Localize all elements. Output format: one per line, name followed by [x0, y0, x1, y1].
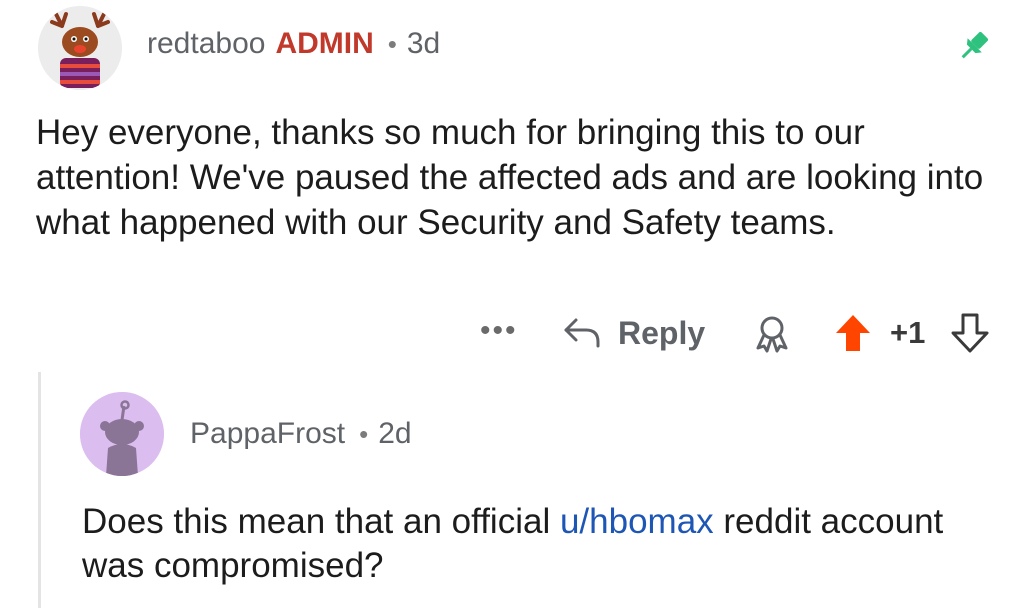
comment-age: 3d [406, 27, 441, 60]
meta-separator: • [359, 418, 369, 449]
reply-icon[interactable] [562, 314, 602, 350]
user-avatar-redtaboo[interactable] [38, 6, 122, 90]
comment-meta: redtaboo ADMIN • 3d [147, 26, 440, 62]
meta-separator: • [387, 28, 397, 59]
snoo-avatar-icon [80, 392, 164, 476]
reply-body: Does this mean that an official u/hbomax… [82, 500, 982, 588]
comment-username[interactable]: redtaboo [147, 27, 265, 61]
vote-score: +1 [890, 315, 926, 350]
downvote-icon[interactable] [950, 312, 990, 354]
comment-body: Hey everyone, thanks so much for bringin… [36, 113, 984, 242]
reindeer-avatar-icon [38, 6, 122, 90]
pin-icon [956, 28, 992, 64]
upvote-icon[interactable] [833, 312, 873, 354]
admin-badge: ADMIN [275, 27, 374, 60]
reply-username[interactable]: PappaFrost [190, 417, 345, 451]
user-avatar-pappafrost[interactable] [80, 392, 164, 476]
more-options-button[interactable]: ••• [480, 316, 518, 346]
award-icon[interactable] [752, 314, 792, 354]
reply-body-text: Does this mean that an official [82, 502, 560, 541]
reply-age: 2d [378, 417, 412, 450]
user-link-hbomax[interactable]: u/hbomax [560, 502, 714, 541]
reply-meta: PappaFrost • 2d [190, 416, 412, 452]
thread-line[interactable] [38, 372, 41, 608]
reply-button[interactable]: Reply [618, 314, 705, 352]
